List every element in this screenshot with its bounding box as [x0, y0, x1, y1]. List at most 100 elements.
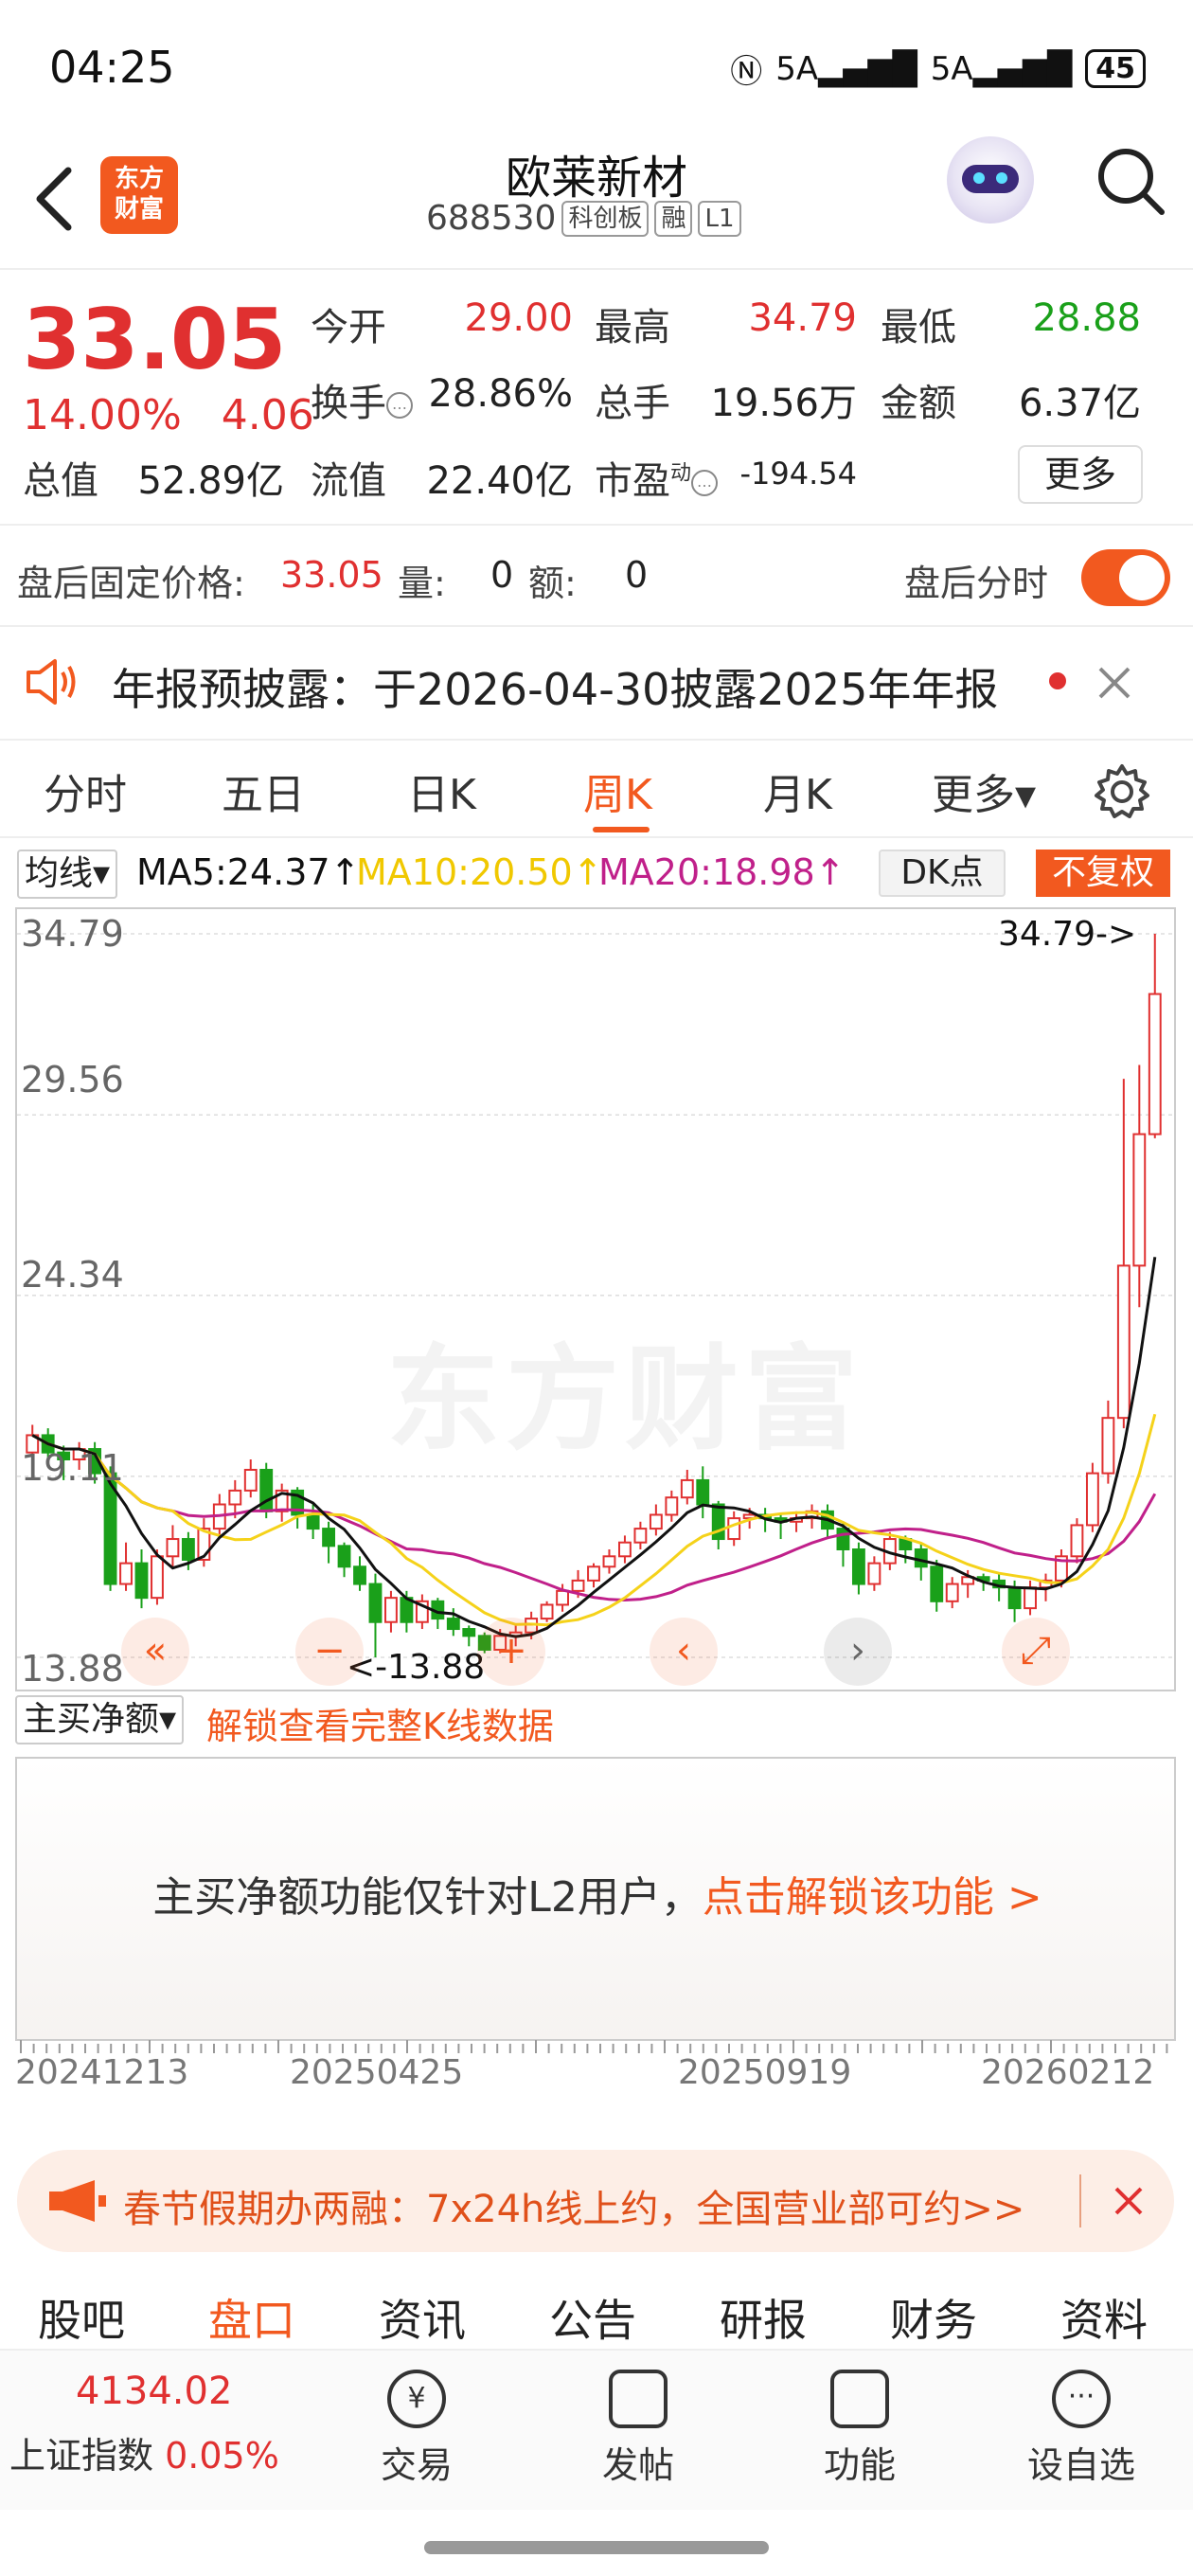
no-adjust-button[interactable]: 不复权 — [1036, 850, 1170, 897]
candle-body — [181, 1538, 195, 1561]
yen-icon: ¥ — [387, 2370, 446, 2428]
nav-trade[interactable]: ¥ 交易 — [350, 2370, 483, 2488]
close-icon[interactable] — [1096, 665, 1132, 701]
tab-monthly-k[interactable]: 月K — [763, 760, 832, 821]
more-button[interactable]: 更多 — [1018, 445, 1143, 504]
net-buy-selector[interactable]: 主买净额▾ — [15, 1695, 185, 1744]
candle-body — [1132, 1133, 1147, 1267]
candle-body — [151, 1555, 164, 1600]
more-dots-icon: ··· — [1052, 2370, 1111, 2428]
unlock-kline-link[interactable]: 解锁查看完整K线数据 — [206, 1697, 554, 1749]
candle-body — [665, 1496, 679, 1516]
y-tick-label: 19.11 — [21, 1447, 124, 1489]
settings-gear-icon[interactable] — [1093, 762, 1151, 821]
status-icons: Ⓝ 5A▂▄▆█ 5A▂▄▆█ 45 — [730, 45, 1146, 92]
candle-body — [914, 1548, 928, 1568]
candle-body — [602, 1555, 616, 1568]
nav-post[interactable]: 发帖 — [572, 2370, 704, 2488]
stock-code-row: 688530 科创板 融 L1 — [426, 199, 741, 238]
ma5-label: MA5:24.37↑ — [136, 851, 361, 893]
candle-body — [649, 1513, 663, 1530]
stock-code: 688530 — [426, 199, 557, 238]
tab-intraday[interactable]: 分时 — [44, 760, 127, 821]
chart-tabs: 分时 五日 日K 周K 月K 更多▾ — [0, 743, 1193, 838]
unread-dot — [1049, 672, 1066, 689]
margin-tag: 融 — [654, 200, 693, 237]
candle-body — [851, 1548, 865, 1585]
signal-icon-1: 5A▂▄▆█ — [775, 49, 917, 88]
pe-value: -194.54 — [739, 456, 857, 492]
after-hours-toggle[interactable] — [1081, 549, 1170, 606]
x-axis-ticks — [20, 2040, 1168, 2053]
candle-body — [696, 1478, 710, 1506]
promo-banner[interactable]: 春节假期办两融：7x24h线上约，全国营业部可约>> — [17, 2150, 1174, 2252]
home-indicator[interactable] — [424, 2541, 769, 2554]
ma-legend: 均线▾ MA5:24.37↑ MA10:20.50↑ MA20:18.98↑ D… — [0, 848, 1193, 901]
tab-finance[interactable]: 财务 — [890, 2286, 977, 2349]
unlock-feature-link[interactable]: 点击解锁该功能 > — [703, 1873, 1042, 1922]
close-icon[interactable] — [1113, 2186, 1144, 2216]
tab-announcements[interactable]: 公告 — [549, 2286, 636, 2349]
speaker-icon — [27, 659, 76, 705]
candle-body — [1116, 1264, 1131, 1420]
level-tag: L1 — [698, 200, 741, 237]
tab-orderbook[interactable]: 盘口 — [208, 2286, 295, 2349]
zoom-in-button[interactable]: + — [477, 1618, 545, 1686]
nav-watchlist[interactable]: ··· 设自选 — [1015, 2370, 1148, 2488]
low-label: 最低 — [881, 306, 956, 349]
info-icon[interactable]: … — [691, 470, 719, 496]
tab-research[interactable]: 研报 — [720, 2286, 807, 2349]
board-tag: 科创板 — [561, 200, 650, 237]
after-hours-price: 33.05 — [280, 554, 383, 596]
tab-news[interactable]: 资讯 — [379, 2286, 466, 2349]
quote-panel: 33.05 14.00% 4.06 总值 52.89亿 今开 29.00 最高 … — [0, 270, 1193, 526]
after-hours-vol-label: 量: — [398, 563, 446, 604]
change-amt: 4.06 — [221, 391, 314, 439]
after-hours-price-label: 盘后固定价格: — [17, 563, 245, 604]
tab-forum[interactable]: 股吧 — [38, 2286, 125, 2349]
tab-five-day[interactable]: 五日 — [222, 760, 305, 821]
candle-body — [1101, 1417, 1115, 1475]
zoom-out-button[interactable]: − — [295, 1618, 364, 1686]
nav-functions[interactable]: 功能 — [793, 2370, 926, 2488]
kline-svg[interactable] — [17, 909, 1174, 1690]
float-value: 22.40亿 — [426, 459, 573, 503]
after-hours-row: 盘后固定价格: 33.05 量: 0 额: 0 盘后分时 — [0, 528, 1193, 627]
change-pct: 14.00% — [23, 391, 182, 439]
turnover-value: 28.86% — [428, 372, 573, 416]
assistant-robot-icon[interactable] — [947, 136, 1034, 224]
dk-point-button[interactable]: DK点 — [879, 850, 1006, 897]
scroll-right-button[interactable]: › — [824, 1618, 892, 1686]
fullscreen-button[interactable]: ⤢ — [1002, 1618, 1070, 1686]
fast-back-button[interactable]: « — [121, 1618, 189, 1686]
index-widget[interactable]: 4134.02 上证指数 0.05% — [0, 2370, 303, 2478]
kline-chart[interactable]: 东方财富 34.79 29.56 24.34 19.11 13.88 34.79… — [15, 907, 1176, 1691]
after-hours-vol: 0 — [490, 554, 514, 596]
tab-weekly-k[interactable]: 周K — [583, 760, 652, 821]
edit-icon — [609, 2370, 668, 2428]
locked-feature-message: 主买净额功能仅针对L2用户，点击解锁该功能 > — [152, 1873, 1042, 1922]
float-label: 流值 — [311, 459, 386, 503]
status-bar: 04:25 Ⓝ 5A▂▄▆█ 5A▂▄▆█ 45 — [0, 0, 1193, 133]
x-axis-label: 20260212 — [981, 2053, 1155, 2092]
promo-text: 春节假期办两融：7x24h线上约，全国营业部可约>> — [123, 2188, 1025, 2231]
scroll-left-button[interactable]: ‹ — [650, 1618, 718, 1686]
tab-more[interactable]: 更多▾ — [932, 760, 1036, 821]
amount-value: 6.37亿 — [1018, 382, 1141, 425]
candle-body — [368, 1583, 383, 1623]
battery-icon: 45 — [1085, 49, 1146, 88]
candle-body — [134, 1562, 149, 1600]
tab-profile[interactable]: 资料 — [1060, 2286, 1148, 2349]
tab-daily-k[interactable]: 日K — [407, 760, 476, 821]
candle-body — [1007, 1586, 1022, 1610]
candle-body — [1070, 1524, 1084, 1558]
search-icon[interactable] — [1094, 144, 1169, 220]
candle-body — [727, 1517, 741, 1541]
indicator-selector[interactable]: 均线▾ — [17, 850, 118, 899]
candle-body — [228, 1489, 242, 1506]
info-icon[interactable]: … — [386, 392, 413, 419]
notice-bar[interactable]: 年报预披露：于2026-04-30披露2025年年报 — [0, 627, 1193, 741]
candle-body — [556, 1589, 569, 1606]
candle-body — [462, 1628, 476, 1637]
change-row: 14.00% 4.06 — [23, 391, 314, 439]
